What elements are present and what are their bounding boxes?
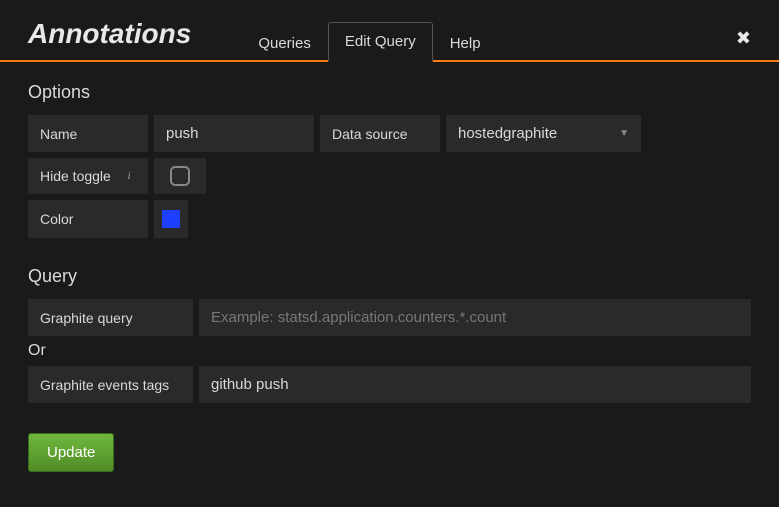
graphite-query-label: Graphite query	[28, 299, 193, 336]
modal-body: Options Name Data source hostedgraphite …	[0, 62, 779, 492]
color-swatch	[162, 210, 180, 228]
query-row-graphite: Graphite query	[28, 299, 751, 336]
datasource-select[interactable]: hostedgraphite ▼	[446, 115, 641, 152]
color-picker[interactable]	[154, 200, 188, 238]
tab-help[interactable]: Help	[433, 24, 498, 62]
modal-header: Annotations Queries Edit Query Help ✖	[0, 0, 779, 62]
close-icon[interactable]: ✖	[736, 28, 751, 49]
events-tags-input[interactable]	[199, 366, 751, 403]
query-section-title: Query	[28, 266, 751, 287]
update-button[interactable]: Update	[28, 433, 114, 472]
name-label: Name	[28, 115, 148, 152]
hide-toggle-checkbox-container	[154, 158, 206, 194]
datasource-label: Data source	[320, 115, 440, 152]
graphite-query-input[interactable]	[199, 299, 751, 336]
annotations-modal: Annotations Queries Edit Query Help ✖ Op…	[0, 0, 779, 507]
info-icon[interactable]: i	[122, 169, 136, 183]
options-row-hide-toggle: Hide toggle i	[28, 158, 751, 194]
options-row-color: Color	[28, 200, 751, 238]
query-row-events-tags: Graphite events tags	[28, 366, 751, 403]
options-section-title: Options	[28, 82, 751, 103]
color-label: Color	[28, 200, 148, 238]
hide-toggle-checkbox[interactable]	[170, 166, 190, 186]
datasource-value: hostedgraphite	[458, 125, 557, 142]
or-label: Or	[28, 342, 751, 360]
hide-toggle-label: Hide toggle i	[28, 158, 148, 194]
events-tags-label: Graphite events tags	[28, 366, 193, 403]
tab-edit-query[interactable]: Edit Query	[328, 22, 433, 62]
options-row-name: Name Data source hostedgraphite ▼	[28, 115, 751, 152]
tabs: Queries Edit Query Help	[241, 22, 497, 60]
tab-queries[interactable]: Queries	[241, 24, 328, 62]
modal-title: Annotations	[28, 18, 191, 60]
chevron-down-icon: ▼	[619, 128, 629, 139]
name-input[interactable]	[154, 115, 314, 152]
